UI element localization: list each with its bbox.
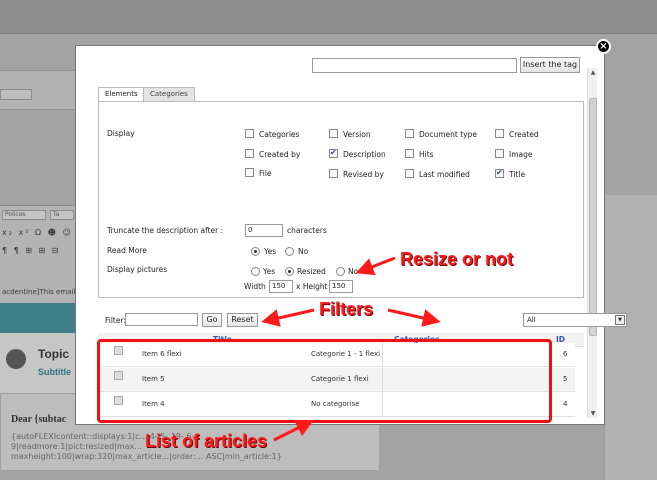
radio-label: Yes <box>264 247 277 256</box>
read-more-yes-radio[interactable] <box>251 247 260 256</box>
bg-toolbar-row-2: ¶ ¶ ⊞ ⊞ ⊟ <box>2 246 61 255</box>
checkbox-hits[interactable] <box>405 149 414 158</box>
checkbox-label: Created <box>509 130 539 139</box>
read-more-no-radio[interactable] <box>285 247 294 256</box>
category-filter-select[interactable]: All ▼ <box>523 313 627 327</box>
checkbox-label: Last modified <box>419 170 470 179</box>
bg-right-panel <box>604 195 657 480</box>
checkbox-label: File <box>259 169 272 178</box>
checkbox-label: Title <box>509 170 526 179</box>
checkbox-label: Categories <box>259 130 300 139</box>
envelope-icon <box>6 349 26 369</box>
checkbox-revised-by[interactable] <box>329 169 338 178</box>
select-value: All <box>527 316 536 324</box>
radio-label: No <box>298 247 309 256</box>
scroll-down-icon[interactable]: ▼ <box>588 409 598 418</box>
pictures-no-radio[interactable] <box>336 267 345 276</box>
display-pictures-label: Display pictures <box>107 265 168 274</box>
truncate-input[interactable]: 0 <box>245 224 283 237</box>
height-label: x Height <box>296 282 328 291</box>
checkbox-label: Created by <box>259 150 301 159</box>
width-input[interactable]: 150 <box>269 280 293 293</box>
read-more-label: Read More <box>107 246 147 255</box>
modal-scrollbar[interactable]: ▲ ▼ <box>587 68 597 418</box>
checkbox-created[interactable] <box>495 129 504 138</box>
checkbox-file[interactable] <box>245 168 254 177</box>
row-id: 5 <box>563 375 568 383</box>
bg-topic-title: Topic <box>38 347 70 361</box>
close-icon[interactable]: × <box>596 39 611 54</box>
truncate-label: Truncate the description after : <box>107 226 224 235</box>
filter-input[interactable] <box>125 313 198 326</box>
checkbox-label: Description <box>343 150 386 159</box>
width-label: Width <box>244 282 266 291</box>
checkbox-label: Hits <box>419 150 434 159</box>
checkbox-image[interactable] <box>495 149 504 158</box>
bg-top-bar <box>0 0 657 34</box>
display-label: Display <box>107 129 135 138</box>
bg-editor-toolbar: Polices Ta x₂ x² Ω ☻ ☺ ¶ ¶ ⊞ ⊞ ⊟ acdenti… <box>0 205 76 315</box>
pictures-resized-radio[interactable] <box>285 267 294 276</box>
checkbox-label: Revised by <box>343 170 384 179</box>
checkbox-last-modified[interactable] <box>405 169 414 178</box>
checkbox-title[interactable] <box>495 168 504 178</box>
bg-header-bar <box>0 303 76 333</box>
bg-dear-line: Dear {subtac <box>11 414 67 425</box>
filter-label: Filter: <box>105 316 126 325</box>
pictures-yes-radio[interactable] <box>251 267 260 276</box>
checkbox-version[interactable] <box>329 129 338 138</box>
radio-label: No <box>348 267 359 276</box>
radio-label: Resized <box>297 267 326 276</box>
annotation-list: List of articles <box>145 431 268 451</box>
checkbox-label: Document type <box>419 130 477 139</box>
go-button[interactable]: Go <box>202 313 222 327</box>
radio-label: Yes <box>263 267 276 276</box>
bg-topic-block: Topic Subtitle <box>0 333 76 393</box>
annotation-resize: Resize or not <box>400 249 514 269</box>
chevron-down-icon[interactable]: ▼ <box>615 315 625 325</box>
bg-snippet: acdentine]This email <box>2 288 76 296</box>
tag-output-field[interactable] <box>312 58 517 73</box>
row-id: 4 <box>563 400 568 408</box>
row-id: 6 <box>563 350 568 358</box>
checkbox-label: Image <box>509 150 533 159</box>
insert-tag-button[interactable]: Insert the tag <box>520 57 580 73</box>
bg-size-select: Ta <box>50 210 74 220</box>
tab-categories[interactable]: Categories <box>143 87 195 101</box>
checkbox-categories[interactable] <box>245 129 254 138</box>
bg-font-select: Polices <box>2 210 46 220</box>
characters-label: characters <box>287 226 327 235</box>
annotation-filters: Filters <box>319 299 374 319</box>
reset-button[interactable]: Reset <box>227 313 258 327</box>
checkbox-document-type[interactable] <box>405 129 414 138</box>
bg-code-line: maxheight:100|wrap:320|max_article...|or… <box>11 452 282 461</box>
bg-input <box>0 89 32 100</box>
checkbox-label: Version <box>343 130 371 139</box>
list-highlight-box <box>97 339 552 423</box>
checkbox-description[interactable] <box>329 148 338 158</box>
scrollbar-thumb[interactable] <box>589 98 597 336</box>
tab-elements[interactable]: Elements <box>98 87 145 101</box>
scroll-up-icon[interactable]: ▲ <box>588 68 598 77</box>
bg-topic-subtitle: Subtitle <box>38 367 71 377</box>
checkbox-created-by[interactable] <box>245 149 254 158</box>
height-input[interactable]: 150 <box>329 280 353 293</box>
bg-toolbar-row-1: x₂ x² Ω ☻ ☺ <box>2 228 73 237</box>
